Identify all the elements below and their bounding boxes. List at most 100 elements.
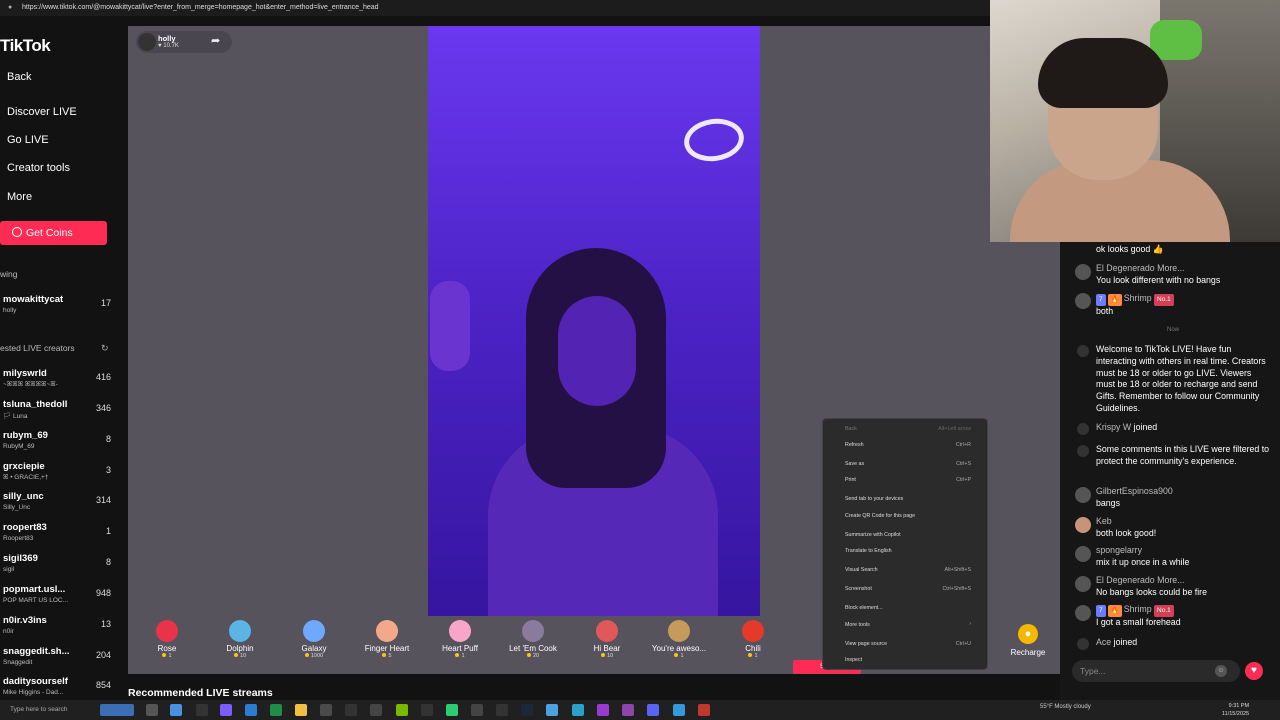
- app-icon[interactable]: [196, 704, 208, 716]
- recharge-button[interactable]: ● Recharge: [1000, 624, 1056, 657]
- tiktok-logo[interactable]: TikTok: [0, 36, 51, 56]
- chat-user[interactable]: Krispy W: [1096, 422, 1131, 432]
- taskbar-search[interactable]: Type here to search: [0, 702, 96, 718]
- app-icon[interactable]: [471, 704, 483, 716]
- suggested-creator[interactable]: silly_unc Silly_Unc 314: [3, 491, 113, 519]
- heart-icon[interactable]: ♥: [1245, 662, 1263, 680]
- viewer-count: 3: [105, 465, 111, 475]
- gift-item[interactable]: Dolphin 10: [207, 620, 273, 659]
- suggested-creator[interactable]: rubym_69 RubyM_69 8: [3, 430, 113, 458]
- menu-print[interactable]: Print: [845, 477, 856, 483]
- share-icon[interactable]: ➦: [211, 34, 220, 47]
- steam-icon[interactable]: [521, 704, 533, 716]
- chat-user[interactable]: El Degenerado More...: [1096, 263, 1272, 275]
- avatar[interactable]: [1075, 264, 1091, 280]
- chat-user[interactable]: spongelarry: [1096, 545, 1272, 557]
- gift-item[interactable]: Hi Bear 10: [574, 620, 640, 659]
- gift-item[interactable]: Finger Heart 5: [354, 620, 420, 659]
- nav-discover-live[interactable]: Discover LIVE: [7, 106, 77, 118]
- emoji-icon[interactable]: ☺: [1215, 665, 1227, 677]
- app-icon[interactable]: [220, 704, 232, 716]
- chat-user[interactable]: Shrimp: [1124, 604, 1152, 614]
- gift-item[interactable]: Chili 1: [720, 620, 786, 659]
- menu-send-tab[interactable]: Send tab to your devices: [845, 496, 903, 502]
- creator-sub: sigil: [3, 566, 15, 573]
- avatar[interactable]: [1075, 517, 1091, 533]
- gift-item[interactable]: Heart Puff 1: [427, 620, 493, 659]
- menu-view-source[interactable]: View page source: [845, 641, 887, 647]
- menu-back[interactable]: Back: [845, 426, 857, 432]
- menu-shortcut: Ctrl+R: [955, 442, 971, 448]
- nav-go-live[interactable]: Go LIVE: [7, 134, 49, 146]
- chat-message: El Degenerado More... You look different …: [1096, 263, 1272, 287]
- app-icon[interactable]: [622, 704, 634, 716]
- avatar[interactable]: [1075, 546, 1091, 562]
- menu-more-tools[interactable]: More tools: [845, 622, 870, 628]
- chat-user[interactable]: El Degenerado More...: [1096, 575, 1272, 587]
- suggested-creator[interactable]: tsluna_thedoll 🏳 Luna 346: [3, 399, 113, 427]
- chat-user[interactable]: Shrimp: [1124, 293, 1152, 303]
- gift-item[interactable]: You're aweso... 1: [646, 620, 712, 659]
- discord-icon[interactable]: [647, 704, 659, 716]
- task-view-icon[interactable]: [146, 704, 158, 716]
- menu-block-element[interactable]: Block element...: [845, 605, 883, 611]
- file-explorer-icon[interactable]: [295, 704, 307, 716]
- app-icon[interactable]: [572, 704, 584, 716]
- gift-price: 1: [646, 653, 712, 659]
- chili-icon: [742, 620, 764, 642]
- suggested-creator[interactable]: n0ir.v3ins n0ir 13: [3, 615, 113, 643]
- menu-qr-code[interactable]: Create QR Code for this page: [845, 513, 915, 519]
- suggested-creator[interactable]: snaggedit.sh... Snaggedit 204: [3, 646, 113, 674]
- app-icon[interactable]: [597, 704, 609, 716]
- menu-inspect[interactable]: Inspect: [845, 657, 862, 663]
- suggested-creator[interactable]: roopert83 Roopert83 1: [3, 522, 113, 550]
- avatar[interactable]: [1075, 487, 1091, 503]
- nav-back[interactable]: Back: [7, 71, 31, 83]
- menu-summarize-copilot[interactable]: Summarize with Copilot: [845, 532, 901, 538]
- app-icon[interactable]: [698, 704, 710, 716]
- menu-save-as[interactable]: Save as: [845, 461, 864, 467]
- get-coins-button[interactable]: Get Coins: [0, 221, 107, 245]
- suggested-creator[interactable]: sigil369 sigil 8: [3, 553, 113, 581]
- address-bar[interactable]: ● https://www.tiktok.com/@mowakittycat/l…: [0, 0, 990, 16]
- clock[interactable]: 9:31 PM 11/15/2025: [1222, 702, 1249, 718]
- app-icon[interactable]: [345, 704, 357, 716]
- chat-user[interactable]: Keb: [1096, 516, 1272, 528]
- chat-user[interactable]: Ace: [1096, 637, 1111, 647]
- outlook-icon[interactable]: [245, 704, 257, 716]
- app-icon[interactable]: [320, 704, 332, 716]
- app-icon[interactable]: [370, 704, 382, 716]
- suggested-creator[interactable]: grxciepie ꕤ • GRACIE,+† 3: [3, 461, 113, 489]
- menu-visual-search[interactable]: Visual Search: [845, 567, 878, 573]
- gift-item[interactable]: Rose 1: [134, 620, 200, 659]
- app-icon[interactable]: [496, 704, 508, 716]
- suggested-creator[interactable]: popmart.usl... POP MART US LOC... 948: [3, 584, 113, 612]
- weather[interactable]: 55°F Mostly cloudy: [1040, 704, 1091, 710]
- app-icon[interactable]: [546, 704, 558, 716]
- following-item[interactable]: mowakittycat holly 17: [3, 294, 113, 322]
- refresh-icon[interactable]: ↻: [101, 343, 111, 353]
- obs-icon[interactable]: [421, 704, 433, 716]
- suggested-creator[interactable]: milyswrld ~ꕤꕤꕤ ꕤꕤꕤꕤ~ꕤ- 416: [3, 368, 113, 396]
- gift-item[interactable]: Let 'Em Cook 20: [500, 620, 566, 659]
- live-video[interactable]: [428, 26, 760, 616]
- app-icon[interactable]: [446, 704, 458, 716]
- app-icon[interactable]: [673, 704, 685, 716]
- chat-user[interactable]: GilbertEspinosa900: [1096, 486, 1272, 498]
- dolphin-icon: [229, 620, 251, 642]
- news-widget-icon[interactable]: [100, 704, 134, 716]
- avatar[interactable]: [1075, 576, 1091, 592]
- menu-refresh[interactable]: Refresh: [845, 442, 864, 448]
- gift-item[interactable]: Galaxy 1000: [281, 620, 347, 659]
- menu-translate[interactable]: Translate to English: [845, 548, 892, 554]
- app-icon[interactable]: [270, 704, 282, 716]
- menu-screenshot[interactable]: Screenshot: [845, 586, 872, 592]
- suggested-creator[interactable]: daditysourself Mike Higgins - Dad... 854: [3, 676, 113, 700]
- nvidia-icon[interactable]: [396, 704, 408, 716]
- nav-creator-tools[interactable]: Creator tools: [7, 162, 70, 174]
- avatar[interactable]: [1075, 605, 1091, 621]
- edge-icon[interactable]: [170, 704, 182, 716]
- nav-more[interactable]: More: [7, 191, 32, 203]
- avatar[interactable]: [1075, 293, 1091, 309]
- viewer-count: 854: [95, 680, 111, 690]
